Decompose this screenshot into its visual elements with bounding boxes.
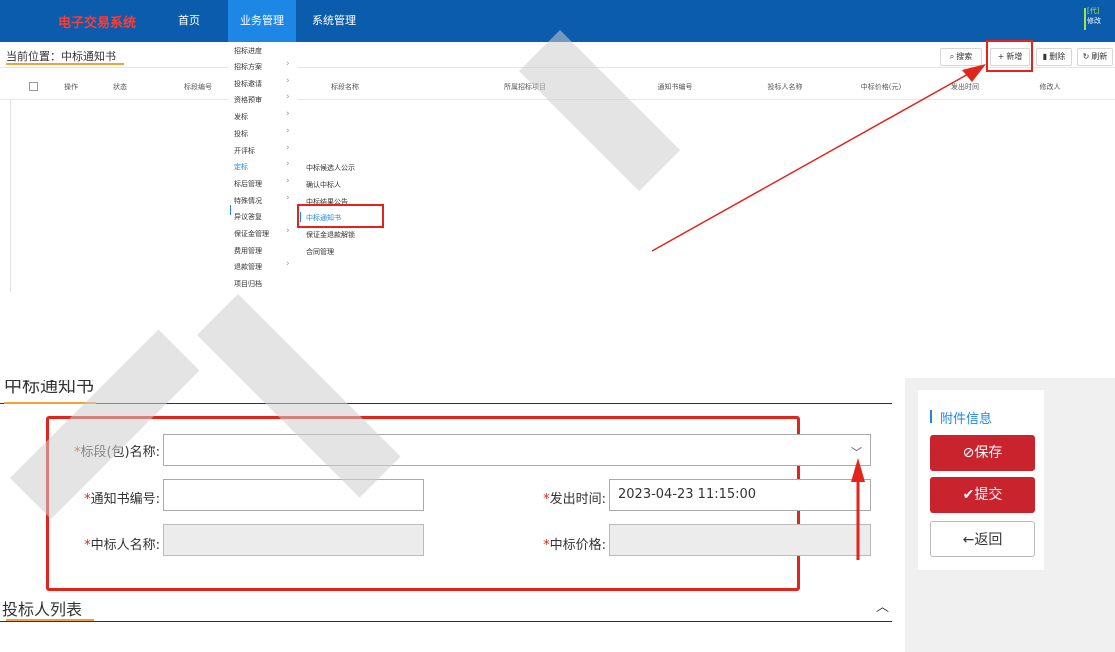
menu-item-bid[interactable]: 投标 (234, 129, 248, 139)
menu-item-special[interactable]: 特殊情况 (234, 196, 262, 206)
check-circle-icon: ⊘ (962, 445, 975, 461)
save-button[interactable]: ⊘保存 (930, 435, 1035, 471)
section-underline (4, 402, 96, 404)
menu-item-post-award[interactable]: 标后管理 (234, 179, 262, 189)
bidder-list-title: 投标人列表 (2, 600, 83, 619)
submenu-deposit-unlock[interactable]: 保证金退款解锁 (306, 230, 355, 240)
search-button[interactable]: ⌕ 搜索 (940, 48, 982, 66)
submenu-highlight (297, 204, 384, 228)
nav-system[interactable]: 系统管理 (300, 0, 368, 42)
chevron-right-icon: › (286, 76, 290, 86)
submit-label: 提交 (974, 487, 1003, 503)
trash-icon: ▮ (1042, 52, 1048, 61)
business-menu: 招标进度 招标方案 › 投标邀请 › 资格预审 › 发标 › 投标 › 开评标 … (228, 42, 298, 292)
issue-time-input[interactable]: 2023-04-23 11:15:00 (609, 479, 871, 511)
chevron-right-icon: › (286, 59, 290, 69)
search-label: 搜索 (956, 52, 973, 61)
chevron-right-icon: › (286, 176, 290, 186)
chevron-right-icon: › (286, 226, 290, 236)
notice-no-text: 通知书编号: (90, 492, 160, 507)
add-button-highlight (986, 40, 1033, 72)
menu-item-prequal[interactable]: 资格预审 (234, 95, 262, 105)
attachment-title[interactable]: 附件信息 (930, 408, 992, 427)
col-action: 操作 (64, 83, 78, 91)
col-section-name: 标段名称 (331, 83, 359, 91)
col-issue-time: 发出时间 (951, 83, 979, 91)
submenu-candidate-notice[interactable]: 中标候选人公示 (306, 163, 355, 173)
menu-item-refund[interactable]: 退款管理 (234, 262, 262, 272)
winner-name-input[interactable] (163, 524, 424, 556)
brand-title: 电子交易系统 (58, 16, 137, 31)
caret-up-icon[interactable]: ︿ (876, 596, 889, 615)
chevron-right-icon: › (286, 92, 290, 102)
select-all-checkbox[interactable] (29, 82, 38, 91)
section-title: 中标通知书 (4, 380, 94, 397)
notice-no-input[interactable] (163, 479, 424, 511)
winning-price-input[interactable] (609, 524, 871, 556)
chevron-down-icon[interactable]: ﹀ (851, 444, 862, 460)
menu-item-issue[interactable]: 发标 (234, 112, 248, 122)
user-edit-link[interactable]: 修改 (1087, 16, 1113, 26)
nav-business[interactable]: 业务管理 (228, 0, 296, 42)
col-winning-price: 中标价格(元) (860, 83, 902, 91)
chevron-right-icon: › (286, 159, 290, 169)
menu-item-fees[interactable]: 费用管理 (234, 246, 262, 256)
save-label: 保存 (974, 445, 1003, 461)
col-section-code: 标段编号 (184, 83, 212, 91)
chevron-right-icon: › (286, 193, 290, 203)
issue-time-text: 发出时间: (549, 492, 606, 507)
menu-item-objection[interactable]: 异议答复 (234, 212, 262, 222)
refresh-label: 刷新 (1091, 52, 1108, 61)
arrow-left-icon: ← (962, 532, 975, 548)
refresh-button[interactable]: ↻ 刷新 (1077, 48, 1113, 66)
col-bidder-name: 投标人名称 (767, 83, 803, 91)
menu-item-open-eval[interactable]: 开评标 (234, 146, 255, 156)
nav-home[interactable]: 首页 (160, 0, 218, 42)
winning-price-text: 中标价格: (549, 538, 606, 553)
user-tag: [代] (1087, 7, 1100, 15)
active-marker (230, 205, 231, 215)
section-name-select[interactable] (163, 434, 871, 466)
breadcrumb-underline (6, 63, 124, 65)
left-divider (10, 100, 11, 292)
submit-button[interactable]: ✔提交 (930, 477, 1035, 513)
chevron-right-icon: › (286, 109, 290, 119)
bidder-list-header: 投标人列表 (0, 592, 892, 622)
menu-item-deposit[interactable]: 保证金管理 (234, 229, 269, 239)
attachment-title-text: 附件信息 (940, 412, 993, 427)
user-info-bar (1084, 8, 1086, 30)
menu-item-invite[interactable]: 投标邀请 (234, 79, 262, 89)
chevron-right-icon: › (286, 126, 290, 136)
col-notice-no: 通知书编号 (657, 83, 693, 91)
menu-item-archive[interactable]: 项目归档 (234, 279, 262, 289)
refresh-icon: ↻ (1082, 52, 1090, 61)
chevron-right-icon: › (286, 259, 290, 269)
menu-item-award[interactable]: 定标 (234, 162, 248, 172)
col-status: 状态 (113, 83, 127, 91)
menu-item-plan[interactable]: 招标方案 (234, 62, 262, 72)
menu-item-progress[interactable]: 招标进度 (234, 46, 262, 56)
user-info[interactable]: [代] 修改 (1084, 6, 1113, 30)
submenu-confirm-winner[interactable]: 确认中标人 (306, 180, 341, 190)
checkmark-icon: ✔ (962, 487, 975, 503)
chevron-right-icon: › (286, 143, 290, 153)
submenu-contracts[interactable]: 合同管理 (306, 247, 334, 257)
winner-name-text: 中标人名称: (90, 538, 160, 553)
issue-time-label: *发出时间: (500, 488, 606, 507)
back-label: 返回 (974, 532, 1003, 548)
breadcrumb: 当前位置：中标通知书 (6, 50, 116, 63)
bidder-list-underline (6, 619, 94, 621)
delete-label: 删除 (1049, 52, 1066, 61)
back-button[interactable]: ←返回 (930, 521, 1035, 557)
delete-button[interactable]: ▮ 删除 (1036, 48, 1072, 66)
composite-tutorial-image: 电子交易系统 首页 业务管理 系统管理 [代] 修改 当前位置：中标通知书 ⌕ 搜… (0, 0, 1115, 652)
winner-name-label: *中标人名称: (60, 534, 160, 553)
search-icon: ⌕ (949, 52, 955, 61)
winning-price-label: *中标价格: (500, 534, 606, 553)
col-modifier: 修改人 (1039, 83, 1061, 91)
